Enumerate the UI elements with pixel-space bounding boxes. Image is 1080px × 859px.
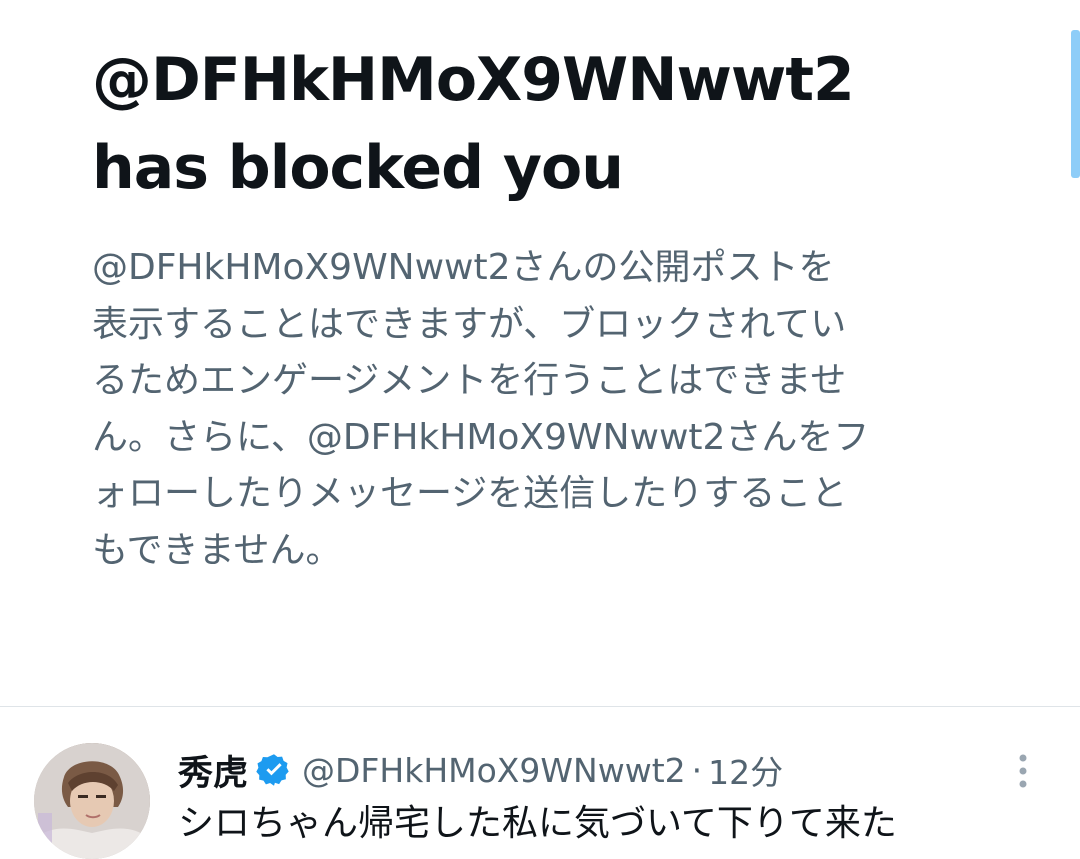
description-line: るためエンゲージメントを行うことはできませ: [92, 360, 847, 401]
avatar[interactable]: [34, 743, 150, 859]
description-line: もできません。: [92, 529, 342, 571]
post-timestamp[interactable]: 12分: [708, 746, 783, 794]
blocked-title-message: has blocked you: [92, 133, 624, 203]
description-line: @DFHkHMoX9WNwwt2さんの公開ポストを: [92, 247, 835, 288]
blocked-title: @DFHkHMoX9WNwwt2 has blocked you: [92, 36, 1032, 212]
post-text: シロちゃん帰宅した私に気づいて下りて来た: [178, 803, 897, 844]
description-line: ん。さらに、@DFHkHMoX9WNwwt2さんをフ: [92, 416, 870, 458]
more-options-button[interactable]: [1006, 751, 1040, 791]
blocked-notice: @DFHkHMoX9WNwwt2 has blocked you @DFHkHM…: [0, 0, 1080, 706]
post-item[interactable]: 秀虎 @DFHkHMoX9WNwwt2 · 12分 シロちゃん帰宅した私に気づい…: [0, 707, 1080, 859]
display-name[interactable]: 秀虎: [178, 745, 248, 796]
more-vertical-icon: [1019, 754, 1027, 788]
description-line: 表示することはできますが、ブロックされてい: [92, 303, 847, 345]
separator-dot: ·: [691, 750, 703, 790]
description-line: ォローしたりメッセージを送信したりすること: [92, 473, 848, 514]
post-header: 秀虎 @DFHkHMoX9WNwwt2 · 12分: [178, 745, 783, 795]
verified-badge-icon: [256, 752, 292, 788]
user-avatar-photo-icon: [34, 743, 150, 859]
user-handle[interactable]: @DFHkHMoX9WNwwt2: [302, 751, 686, 790]
blocked-title-handle: @DFHkHMoX9WNwwt2: [92, 45, 855, 115]
blocked-description: @DFHkHMoX9WNwwt2さんの公開ポストを 表示することはできますが、ブ…: [92, 240, 992, 579]
scrollbar-thumb[interactable]: [1071, 30, 1080, 178]
